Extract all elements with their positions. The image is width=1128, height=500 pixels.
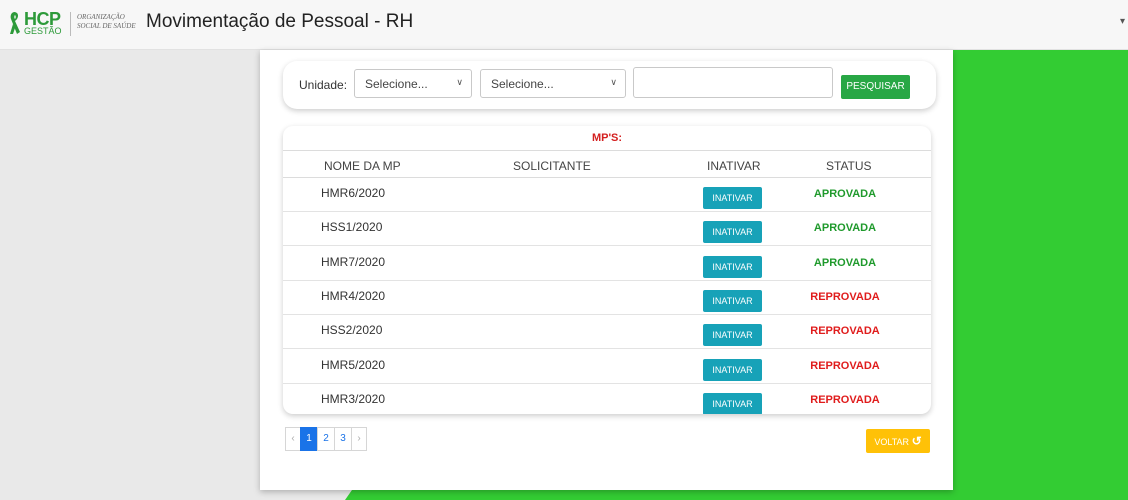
mp-name-cell: HSS2/2020	[321, 323, 383, 338]
ribbon-icon	[10, 12, 20, 34]
unit-select[interactable]: Selecione... ∨	[354, 69, 472, 98]
status-badge: REPROVADA	[810, 290, 880, 303]
mp-name-cell: HMR7/2020	[321, 254, 386, 269]
search-input[interactable]	[633, 67, 833, 98]
table-row: HSS2/2020 INATIVAR REPROVADA	[283, 315, 931, 350]
status-badge: REPROVADA	[810, 359, 880, 372]
mp-name-cell: HMR5/2020	[321, 357, 386, 372]
page-3-button[interactable]: 3	[334, 427, 352, 451]
inativar-button[interactable]: INATIVAR	[703, 289, 762, 312]
status-badge: REPROVADA	[810, 325, 880, 338]
inativar-button[interactable]: INATIVAR	[703, 358, 762, 381]
mp-name-cell: HMR6/2020	[321, 186, 386, 200]
secondary-select-value: Selecione...	[491, 77, 554, 91]
unit-select-value: Selecione...	[365, 77, 428, 91]
table-row: HMR3/2020 INATIVAR REPROVADA	[283, 384, 931, 414]
table-header: NOME DA MP SOLICITANTE INATIVAR STATUS	[283, 150, 931, 178]
mp-name-cell: HMR4/2020	[321, 288, 386, 303]
logo-sub-text: GESTÃO	[24, 26, 62, 36]
table-row: HMR4/2020 INATIVAR REPROVADA	[283, 281, 931, 315]
org-line-2: SOCIAL DE SAÚDE	[77, 22, 136, 30]
column-header-status: STATUS	[826, 159, 872, 173]
search-button[interactable]: PESQUISAR	[841, 75, 910, 99]
undo-icon: ↺	[911, 434, 922, 448]
unit-label: Unidade:	[299, 78, 348, 92]
top-header: HCP GESTÃO ORGANIZAÇÃO SOCIAL DE SAÚDE M…	[0, 0, 1128, 50]
back-button-label: VOLTAR	[874, 437, 910, 447]
status-badge: APROVADA	[813, 256, 877, 269]
org-tagline: ORGANIZAÇÃO SOCIAL DE SAÚDE	[77, 13, 136, 31]
inativar-button[interactable]: INATIVAR	[703, 392, 762, 414]
chevron-down-icon: ∨	[610, 77, 617, 87]
inativar-button[interactable]: INATIVAR	[703, 255, 762, 278]
mp-name-cell: HSS1/2020	[321, 220, 383, 235]
inativar-button[interactable]: INATIVAR	[703, 324, 762, 347]
table-row: HMR7/2020 INATIVAR APROVADA	[283, 247, 931, 281]
user-menu-caret-icon[interactable]: ▾	[1120, 16, 1125, 27]
inativar-button[interactable]: INATIVAR	[703, 221, 762, 244]
mp-table-card: MP'S: NOME DA MP SOLICITANTE INATIVAR ST…	[283, 126, 931, 414]
page-1-button[interactable]: 1	[300, 427, 318, 451]
page-next-button[interactable]: ›	[351, 427, 367, 451]
back-button[interactable]: VOLTAR ↺	[866, 429, 930, 453]
page-2-button[interactable]: 2	[317, 427, 335, 451]
column-header-inativar: INATIVAR	[707, 159, 761, 173]
logo-divider	[70, 12, 71, 36]
column-header-name: NOME DA MP	[324, 159, 401, 173]
page-prev-button[interactable]: ‹	[285, 427, 301, 451]
hcp-logo: HCP GESTÃO	[8, 10, 62, 36]
inativar-button[interactable]: INATIVAR	[703, 187, 762, 209]
column-header-solicitante: SOLICITANTE	[513, 159, 591, 173]
status-badge: APROVADA	[813, 222, 877, 235]
secondary-select[interactable]: Selecione... ∨	[480, 69, 626, 98]
mp-name-cell: HMR3/2020	[321, 391, 386, 406]
page-title: Movimentação de Pessoal - RH	[146, 11, 414, 32]
status-badge: APROVADA	[813, 188, 877, 200]
table-caption: MP'S:	[591, 132, 623, 144]
table-row: HSS1/2020 INATIVAR APROVADA	[283, 212, 931, 247]
status-badge: REPROVADA	[810, 393, 880, 406]
org-line-1: ORGANIZAÇÃO	[77, 13, 125, 21]
table-row: HMR5/2020 INATIVAR REPROVADA	[283, 350, 931, 384]
chevron-down-icon: ∨	[456, 77, 463, 87]
table-row: HMR6/2020 INATIVAR APROVADA	[283, 178, 931, 212]
filter-bar: Unidade: Selecione... ∨ Selecione... ∨ P…	[283, 61, 936, 109]
pagination: ‹ 1 2 3 ›	[285, 427, 367, 451]
